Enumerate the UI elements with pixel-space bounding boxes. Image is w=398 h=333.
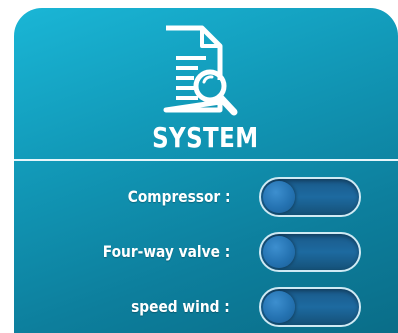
system-panel: SYSTEM Compressor : Four-way valve : spe… [14, 8, 398, 333]
four-way-valve-row: Four-way valve : [14, 232, 398, 274]
speed-wind-row: speed wind : [14, 287, 398, 329]
panel-header: SYSTEM [14, 8, 398, 160]
compressor-label: Compressor : [127, 187, 230, 206]
speed-wind-label: speed wind : [131, 297, 230, 316]
panel-title: SYSTEM [152, 121, 259, 154]
speed-wind-toggle[interactable] [259, 287, 361, 327]
speed-wind-toggle-knob [263, 291, 295, 323]
compressor-toggle-knob [263, 181, 295, 213]
compressor-toggle[interactable] [259, 177, 361, 217]
four-way-valve-label: Four-way valve : [102, 242, 230, 261]
document-search-icon [163, 25, 238, 116]
header-divider [14, 159, 398, 161]
compressor-row: Compressor : [14, 177, 398, 219]
four-way-valve-toggle-knob [263, 236, 295, 268]
four-way-valve-toggle[interactable] [259, 232, 361, 272]
